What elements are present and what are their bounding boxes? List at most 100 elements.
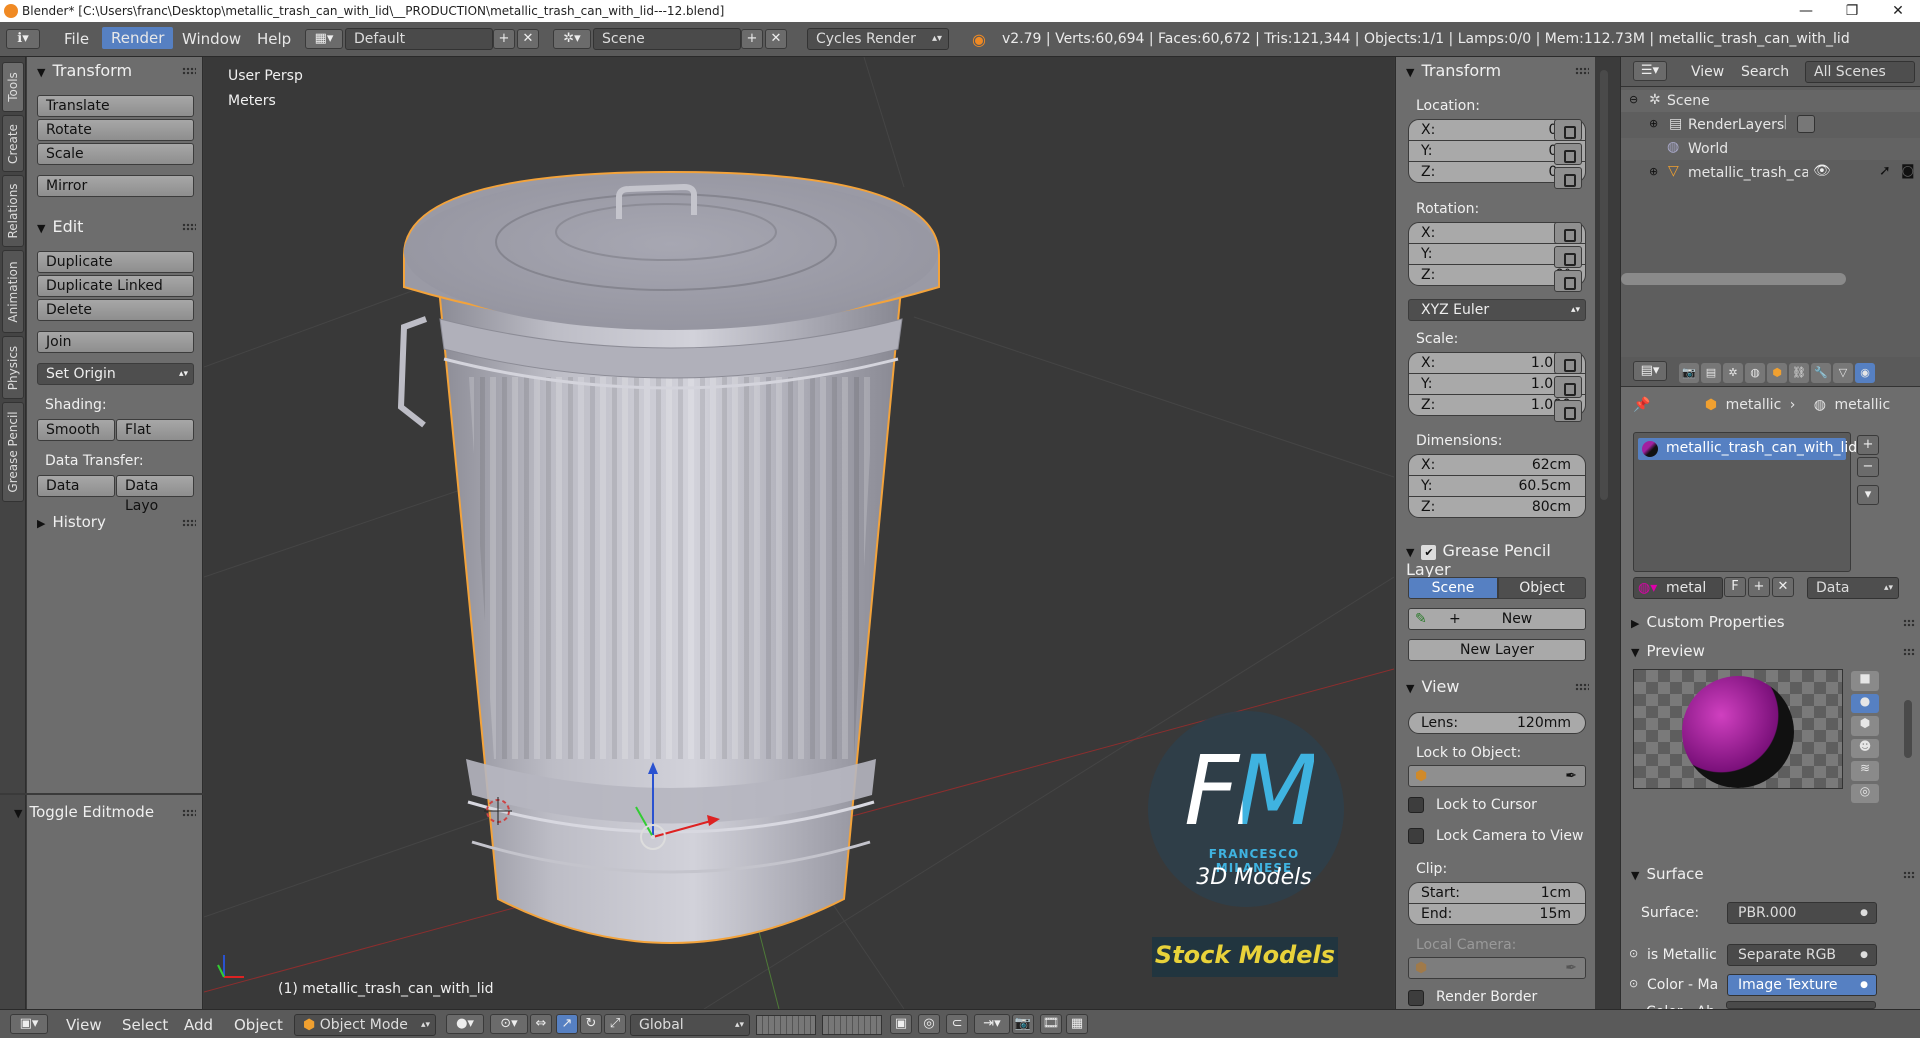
n-view-header[interactable]: ▼ View [1406, 677, 1459, 696]
drag-handle-icon[interactable] [1575, 683, 1589, 691]
duplicate-button[interactable]: Duplicate [37, 251, 194, 273]
snap-icon[interactable]: ⊂ [946, 1014, 968, 1034]
render-camera-icon[interactable]: ◙ [1901, 163, 1915, 179]
drag-handle-icon[interactable] [1575, 67, 1589, 75]
local-camera-field[interactable]: ⬢ ✒ [1408, 957, 1586, 979]
data-tab-icon[interactable]: ▽ [1833, 363, 1853, 383]
remove-scene-icon[interactable]: ✕ [765, 29, 787, 49]
eyedropper-icon[interactable]: ✒ [1565, 958, 1577, 978]
snap-target-icon[interactable]: ⇥▾ [974, 1014, 1010, 1034]
flat-preview-icon[interactable]: ■ [1851, 671, 1879, 691]
n-panel-scrollbar[interactable] [1600, 70, 1608, 500]
world-tab-icon[interactable]: ◍ [1745, 363, 1765, 383]
surface-shader-select[interactable]: PBR.000 ● [1727, 902, 1877, 924]
add-layout-icon[interactable]: + [493, 29, 515, 49]
expand-icon[interactable]: ⊕ [1649, 117, 1658, 130]
slot-specials-icon[interactable]: ▾ [1857, 485, 1879, 505]
properties-scrollbar[interactable] [1904, 700, 1912, 758]
material-slot-row[interactable]: metallic_trash_can_with_lid [1638, 438, 1857, 460]
menu-select[interactable]: Select [122, 1016, 168, 1034]
sphere-preview-icon[interactable]: ● [1851, 693, 1879, 713]
editor-type-outliner-icon[interactable]: ☰▾ [1633, 61, 1667, 81]
collapse-triangle-icon[interactable]: ⊖ [1629, 93, 1638, 106]
add-slot-icon[interactable]: + [1857, 435, 1879, 455]
material-browse-field[interactable]: ◍▾ metal [1633, 577, 1723, 599]
drag-handle-icon[interactable] [1903, 619, 1915, 627]
panel-history-header[interactable]: ▶ History [37, 513, 106, 531]
pivot-point-icon[interactable]: ⊙▾ [490, 1014, 528, 1034]
data-layout-button[interactable]: Data Layo [116, 475, 194, 514]
panel-edit-header[interactable]: ▼ Edit [37, 217, 83, 236]
monkey-preview-icon[interactable]: ☻ [1851, 738, 1879, 758]
translate-manipulator-icon[interactable]: ↗ [556, 1014, 578, 1034]
menu-object[interactable]: Object [234, 1016, 283, 1034]
outliner-display-select[interactable]: All Scenes [1805, 61, 1915, 83]
tab-relations[interactable]: Relations [2, 175, 24, 247]
lock-location-y-icon[interactable] [1554, 143, 1582, 165]
object-tab-icon[interactable]: ⬢ [1767, 363, 1787, 383]
drag-handle-icon[interactable] [1903, 648, 1915, 656]
input-link-select[interactable] [1726, 1001, 1876, 1009]
drag-handle-icon[interactable] [182, 67, 196, 75]
drag-handle-icon[interactable] [182, 519, 196, 527]
lock-rotation-x-icon[interactable] [1554, 222, 1582, 244]
outliner-row-scene[interactable]: ⊖ ✲ Scene [1621, 90, 1920, 112]
scene-tab-icon[interactable]: ✲ [1723, 363, 1743, 383]
checkbox-checked-icon[interactable]: ✔ [1421, 545, 1437, 560]
viewport-shading-icon[interactable]: ●▾ [446, 1014, 484, 1034]
outliner-row-renderlayers[interactable]: ⊕ ▤ RenderLayers | [1621, 114, 1920, 136]
data-transfer-button[interactable]: Data [37, 475, 115, 497]
editor-type-3dview-icon[interactable]: ▣▾ [10, 1014, 48, 1034]
panel-toggle-editmode-header[interactable]: ▼ Toggle Editmode [14, 803, 154, 821]
visibility-eye-icon[interactable]: 👁 [1813, 163, 1831, 179]
scale-button[interactable]: Scale [37, 143, 194, 165]
gp-new-button[interactable]: ✎ + New [1408, 608, 1586, 630]
hair-preview-icon[interactable]: ≋ [1851, 761, 1879, 781]
lock-rotation-y-icon[interactable] [1554, 246, 1582, 268]
gp-object-toggle[interactable]: Object [1498, 577, 1586, 599]
link-mode-select[interactable]: Data ▴▾ [1807, 577, 1899, 599]
material-slot-list[interactable]: metallic_trash_can_with_lid [1633, 432, 1857, 572]
lock-layers-icon[interactable]: ▣ [890, 1014, 912, 1034]
lock-object-field[interactable]: ⬢ ✒ [1408, 765, 1586, 787]
menu-add[interactable]: Add [184, 1016, 213, 1034]
smooth-button[interactable]: Smooth [37, 419, 115, 441]
lock-location-x-icon[interactable] [1554, 119, 1582, 141]
close-icon[interactable]: ✕ [1875, 0, 1920, 22]
transform-orientation-select[interactable]: Global ▴▾ [630, 1014, 750, 1036]
outliner-menu-view[interactable]: View [1691, 64, 1724, 80]
drag-handle-icon[interactable] [182, 809, 196, 817]
editor-type-info-icon[interactable]: ℹ▾ [6, 29, 40, 49]
editor-type-properties-icon[interactable]: ▤▾ [1633, 361, 1667, 381]
new-material-icon[interactable]: + [1748, 577, 1770, 597]
gp-new-layer-button[interactable]: New Layer [1408, 639, 1586, 661]
manipulator-toggle-icon[interactable]: ⇔ [530, 1014, 552, 1034]
world-preview-icon[interactable]: ◎ [1851, 783, 1879, 803]
layers-grid-2[interactable] [822, 1015, 882, 1035]
render-layer-icon[interactable] [1797, 115, 1815, 133]
eyedropper-icon[interactable]: ✒ [1565, 766, 1577, 786]
scene-field[interactable]: Scene [593, 28, 741, 50]
constraints-tab-icon[interactable]: ⛓ [1789, 363, 1809, 383]
tab-grease-pencil[interactable]: Grease Pencil [2, 402, 24, 502]
clip-end-field[interactable]: End: 15m [1408, 903, 1586, 925]
lock-rotation-z-icon[interactable] [1554, 270, 1582, 292]
tab-create[interactable]: Create [2, 115, 24, 172]
dimensions-x-field[interactable]: X: 62cm [1408, 454, 1586, 476]
input-link-select[interactable]: Separate RGB ● [1727, 944, 1877, 966]
tab-animation[interactable]: Animation [2, 250, 24, 333]
render-border-checkbox[interactable] [1408, 990, 1424, 1006]
unlink-material-icon[interactable]: ✕ [1772, 577, 1794, 597]
delete-button[interactable]: Delete [37, 299, 194, 321]
surface-header[interactable]: ▼ Surface [1631, 865, 1704, 883]
drag-handle-icon[interactable] [182, 223, 196, 231]
rotate-button[interactable]: Rotate [37, 119, 194, 141]
clip-start-field[interactable]: Start: 1cm [1408, 882, 1586, 904]
modifiers-tab-icon[interactable]: 🔧 [1811, 363, 1831, 383]
screen-layout-field[interactable]: Default [345, 28, 493, 50]
set-origin-select[interactable]: Set Origin ▴▾ [37, 363, 194, 385]
menu-view[interactable]: View [66, 1016, 102, 1034]
maximize-icon[interactable]: ❐ [1829, 0, 1875, 22]
renderlayers-tab-icon[interactable]: ▤ [1701, 363, 1721, 383]
material-tab-icon[interactable]: ◉ [1855, 363, 1875, 383]
